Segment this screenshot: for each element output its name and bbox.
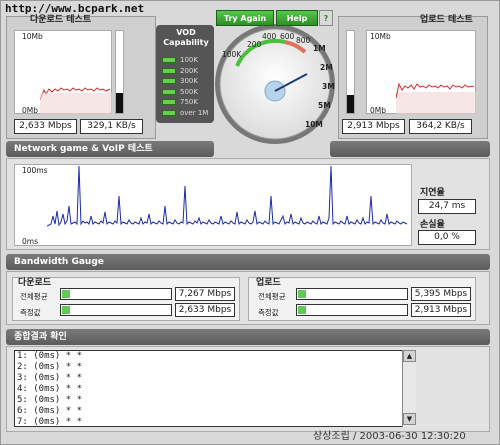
gauge-tick-100k: 100K — [222, 50, 242, 59]
scroll-down-button[interactable]: ▼ — [403, 413, 416, 425]
log-line: 3: (0ms) * * — [17, 373, 83, 383]
vod-level-row: 200K — [162, 67, 198, 75]
ping-graph-top-label: 100ms — [22, 166, 48, 175]
footer-timestamp: 상상조립 / 2003-06-30 12:30:20 — [313, 431, 466, 442]
ping-graph-bottom-label: 0ms — [22, 237, 38, 246]
vod-led-icon — [162, 67, 176, 74]
gauge-tick-5m: 5M — [318, 101, 331, 110]
download-speed-kbs: 329,1 KB/s — [80, 119, 143, 134]
vod-level-label: over 1M — [180, 108, 209, 117]
vod-led-icon — [162, 88, 176, 95]
result-log-scrollbar[interactable]: ▲ ▼ — [402, 350, 416, 427]
upload-level-fill — [347, 95, 354, 113]
gauge-tick-3m: 3M — [322, 82, 335, 91]
log-line: 4: (0ms) * * — [17, 384, 83, 394]
vod-led-icon — [162, 99, 176, 105]
bw-download-title: 다운로드 — [18, 278, 52, 288]
vod-level-row: 500K — [162, 88, 198, 96]
vod-level-row: 300K — [162, 77, 198, 85]
vod-level-row: over 1M — [162, 109, 208, 117]
gauge-tick-200: 200 — [247, 40, 262, 49]
vod-level-label: 300K — [180, 77, 198, 85]
vod-led-icon — [162, 57, 176, 63]
help-icon[interactable]: ? — [319, 10, 333, 26]
scroll-up-button[interactable]: ▲ — [403, 350, 416, 362]
log-line: 1: (0ms) * * — [17, 351, 83, 361]
loss-label: 손실율 — [420, 220, 445, 230]
upload-test-title: 업로드 테스트 — [420, 15, 473, 25]
bw-download-meas-bar — [60, 304, 172, 316]
vod-level-label: 500K — [180, 87, 198, 96]
download-mini-graph-line — [40, 87, 112, 114]
bandwidth-section-header: Bandwidth Gauge — [6, 254, 490, 270]
log-line: 5: (0ms) * * — [17, 395, 83, 405]
vod-level-label: 100K — [180, 56, 198, 64]
latency-value: 24,7 ms — [418, 199, 476, 214]
upload-speed-kbs: 364,2 KB/s — [409, 119, 472, 134]
help-button[interactable]: Help — [276, 10, 318, 26]
gauge-tick-600: 600 — [280, 32, 295, 41]
gauge-tick-2m: 2M — [320, 63, 333, 72]
upload-speed-mbps: 2,913 Mbps — [342, 119, 405, 134]
network-section-header-bar — [330, 141, 490, 157]
bw-download-meas-label: 측정값 — [20, 308, 41, 317]
network-section-header: Network game & VoIP 테스트 — [6, 141, 214, 157]
bw-download-avg-label: 전체평균 — [20, 292, 48, 301]
bw-upload-meas-label: 측정값 — [258, 308, 279, 317]
bw-upload-meas-bar — [296, 304, 408, 316]
gauge-tick-10m: 10M — [305, 120, 323, 129]
log-line: 7: (0ms) * * — [17, 417, 83, 427]
upload-graph-top-label: 10Mb — [370, 32, 391, 41]
bw-upload-avg-bar — [296, 288, 408, 300]
latency-label: 지연율 — [420, 188, 445, 198]
result-section-header: 종합결과 확인 — [6, 329, 490, 345]
upload-mini-graph-line — [396, 82, 476, 114]
download-graph-bottom-label: 0Mb — [22, 106, 39, 115]
download-graph-top-label: 10Mb — [22, 32, 43, 41]
vod-led-icon — [162, 109, 176, 116]
vod-level-label: 750K — [180, 98, 198, 106]
vod-level-label: 200K — [180, 66, 198, 75]
download-level-fill — [116, 93, 123, 113]
bw-upload-avg-label: 전체평균 — [258, 292, 286, 301]
gauge-tick-400: 400 — [262, 32, 277, 41]
bw-upload-meas-value: 2,913 Mbps — [411, 303, 471, 317]
gauge-tick-800: 800 — [296, 36, 311, 45]
download-test-title: 다운로드 테스트 — [30, 15, 92, 25]
log-line: 6: (0ms) * * — [17, 406, 83, 416]
gauge-tick-1m: 1M — [313, 44, 326, 53]
bw-download-avg-value: 7,267 Mbps — [175, 287, 235, 301]
result-log-textarea[interactable]: 1: (0ms) * * 2: (0ms) * * 3: (0ms) * * 4: (… — [14, 350, 416, 427]
vod-level-row: 750K — [162, 98, 198, 106]
bw-upload-avg-value: 5,395 Mbps — [411, 287, 471, 301]
bw-download-meas-value: 2,633 Mbps — [175, 303, 235, 317]
bw-upload-title: 업로드 — [256, 278, 281, 288]
ping-graph-line — [47, 166, 408, 227]
vod-level-row: 100K — [162, 56, 198, 64]
upload-graph-bottom-label: 0Mb — [370, 106, 387, 115]
vod-led-icon — [162, 78, 176, 84]
bw-download-avg-bar — [60, 288, 172, 300]
loss-value: 0,0 % — [418, 230, 476, 245]
log-line: 2: (0ms) * * — [17, 362, 83, 372]
vod-capability-title: VOD Capability — [163, 28, 209, 47]
download-speed-mbps: 2,633 Mbps — [14, 119, 77, 134]
try-again-button[interactable]: Try Again — [216, 10, 274, 26]
